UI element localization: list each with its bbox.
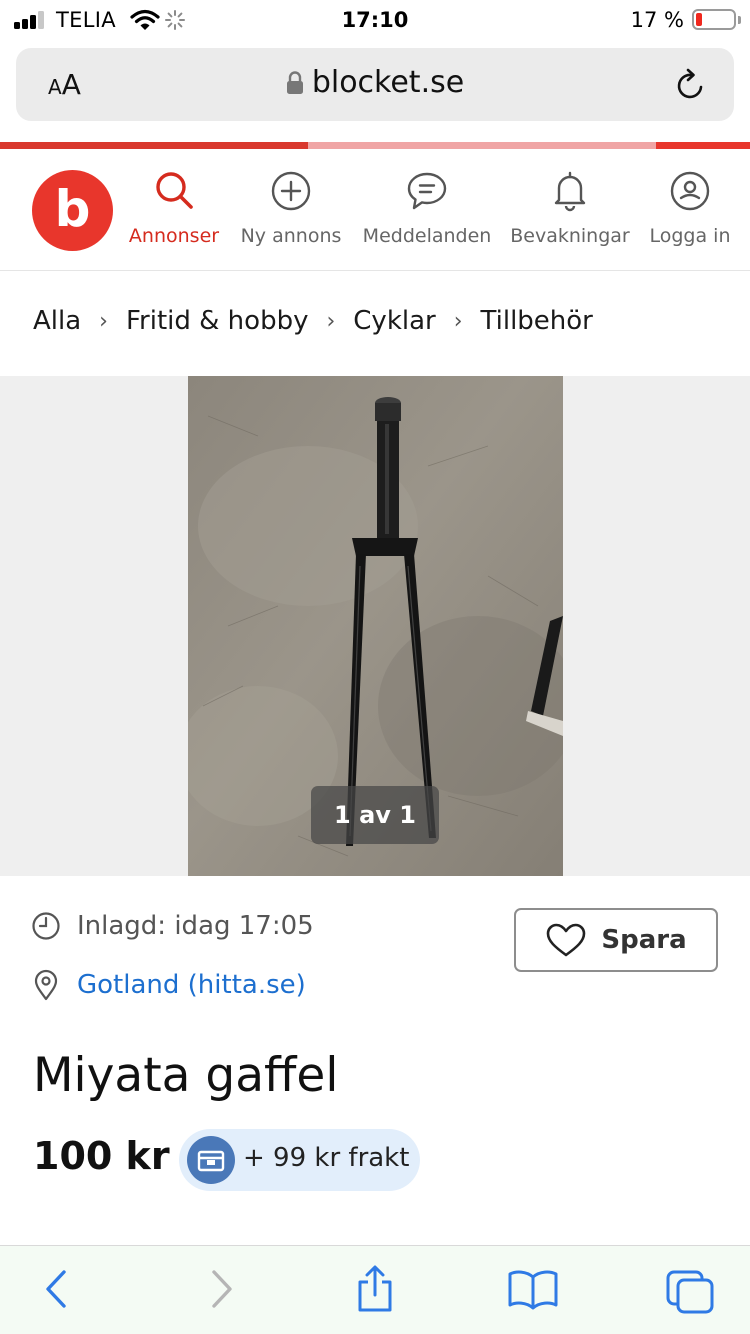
shipping-price: + 99 kr frakt xyxy=(243,1143,410,1173)
address-bar[interactable]: AA blocket.se xyxy=(16,48,734,121)
lock-icon xyxy=(286,70,303,94)
chat-bubble-icon xyxy=(407,172,447,210)
nav-meddelanden[interactable]: Meddelanden xyxy=(357,169,497,247)
url-text[interactable]: blocket.se xyxy=(312,65,464,100)
back-icon[interactable] xyxy=(40,1268,74,1310)
location-row: Gotland (hitta.se) xyxy=(31,969,306,1001)
status-bar: TELIA 17:10 17 % xyxy=(0,0,750,42)
listing-title: Miyata gaffel xyxy=(33,1048,339,1103)
plus-circle-icon xyxy=(271,171,311,211)
share-icon[interactable] xyxy=(354,1264,396,1314)
breadcrumb-link-tillbehor[interactable]: Tillbehör xyxy=(481,306,593,336)
search-icon xyxy=(156,172,193,209)
forward-icon[interactable] xyxy=(204,1268,238,1310)
location-link[interactable]: Gotland (hitta.se) xyxy=(77,970,306,1000)
posted-date: Inlagd: idag 17:05 xyxy=(77,911,314,941)
nav-bevakningar[interactable]: Bevakningar xyxy=(508,169,632,247)
reload-icon[interactable] xyxy=(674,67,708,103)
bell-icon xyxy=(554,171,586,212)
nav-ny-annons[interactable]: Ny annons xyxy=(236,169,346,247)
heart-icon xyxy=(547,923,586,957)
site-header: b Annonser Ny annons Meddelanden Bevakni… xyxy=(0,149,750,271)
page-load-progress-bar xyxy=(0,142,750,149)
blocket-logo[interactable]: b xyxy=(32,170,113,251)
breadcrumb-link-cyklar[interactable]: Cyklar xyxy=(353,306,435,336)
clock-icon xyxy=(32,912,60,940)
image-gallery[interactable]: 1 av 1 xyxy=(0,376,750,876)
breadcrumb-link-alla[interactable]: Alla xyxy=(33,306,81,336)
battery-icon xyxy=(692,9,736,30)
breadcrumb-link-fritid-hobby[interactable]: Fritid & hobby xyxy=(126,306,308,336)
nav-annonser[interactable]: Annonser xyxy=(118,169,230,247)
save-button[interactable]: Spara xyxy=(514,908,718,972)
posted-date-row: Inlagd: idag 17:05 xyxy=(31,911,314,941)
shipping-badge: + 99 kr frakt xyxy=(179,1129,420,1191)
battery-percentage: 17 % xyxy=(630,8,684,32)
tabs-icon[interactable] xyxy=(664,1268,716,1314)
bookmarks-icon[interactable] xyxy=(506,1268,560,1310)
package-icon xyxy=(187,1136,235,1184)
breadcrumb: Alla › Fritid & hobby › Cyklar › Tillbeh… xyxy=(33,306,593,336)
browser-toolbar xyxy=(0,1245,750,1334)
chevron-right-icon: › xyxy=(453,308,463,334)
location-pin-icon xyxy=(34,969,58,1001)
nav-logga-in[interactable]: Logga in xyxy=(644,169,736,247)
listing-price: 100 kr xyxy=(33,1134,170,1178)
chevron-right-icon: › xyxy=(99,308,108,334)
user-icon xyxy=(670,171,710,211)
chevron-right-icon: › xyxy=(326,308,336,334)
image-counter: 1 av 1 xyxy=(311,786,439,844)
